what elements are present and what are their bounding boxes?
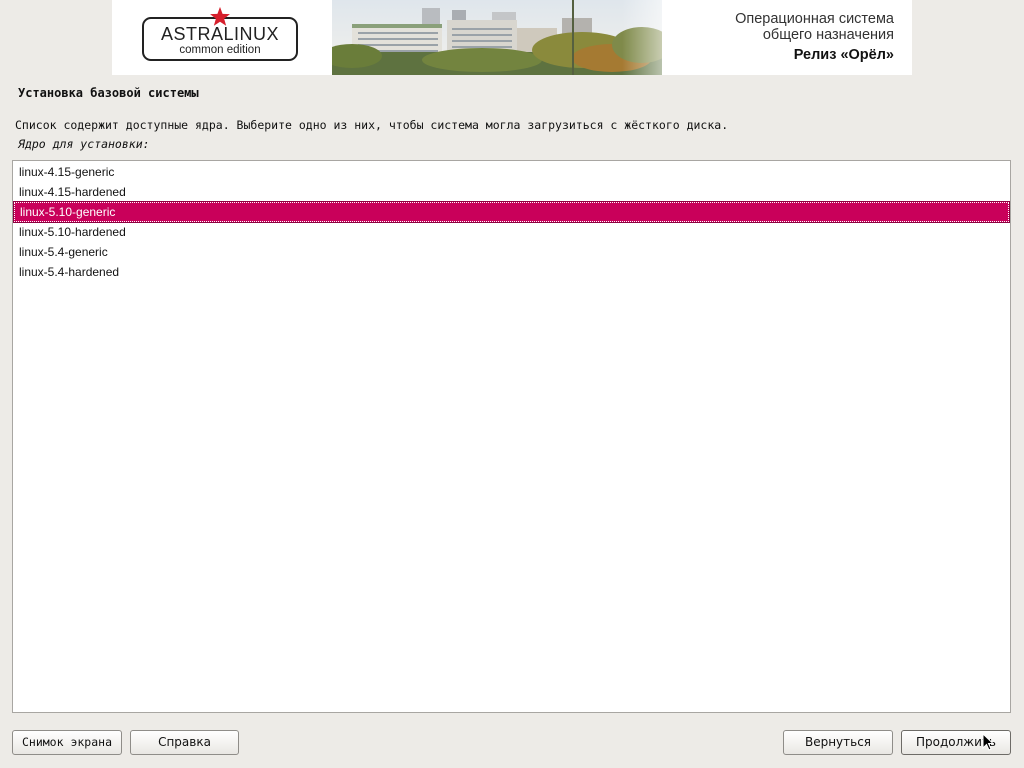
page-title: Установка базовой системы <box>18 86 199 100</box>
os-line1: Операционная система <box>735 11 894 27</box>
list-item-kernel[interactable]: linux-5.4-hardened <box>14 262 1009 282</box>
kernel-list[interactable]: linux-4.15-generic linux-4.15-hardened l… <box>12 160 1011 713</box>
city-panorama-image <box>332 0 662 75</box>
release-name: Релиз «Орёл» <box>793 47 894 63</box>
screenshot-button[interactable]: Снимок экрана <box>12 730 122 755</box>
star-icon <box>210 6 230 26</box>
back-button[interactable]: Вернуться <box>783 730 893 755</box>
installer-window: ASTRALINUX common edition Операционная с… <box>0 0 1024 768</box>
banner-caption: Операционная система общего назначения Р… <box>735 11 894 63</box>
list-item-kernel[interactable]: linux-5.10-hardened <box>14 222 1009 242</box>
logo-sub-text: common edition <box>179 44 261 56</box>
continue-button[interactable]: Продолжить <box>901 730 1011 755</box>
list-item-kernel[interactable]: linux-4.15-hardened <box>14 182 1009 202</box>
kernel-list-label: Ядро для установки: <box>18 137 150 151</box>
banner-fade <box>622 0 692 75</box>
header-banner: ASTRALINUX common edition Операционная с… <box>112 0 912 75</box>
list-item-kernel[interactable]: linux-4.15-generic <box>14 162 1009 182</box>
list-item-kernel-selected[interactable]: linux-5.10-generic <box>13 201 1010 223</box>
help-button[interactable]: Справка <box>130 730 239 755</box>
os-line2: общего назначения <box>762 27 894 43</box>
page-description: Список содержит доступные ядра. Выберите… <box>15 118 729 132</box>
list-item-kernel[interactable]: linux-5.4-generic <box>14 242 1009 262</box>
